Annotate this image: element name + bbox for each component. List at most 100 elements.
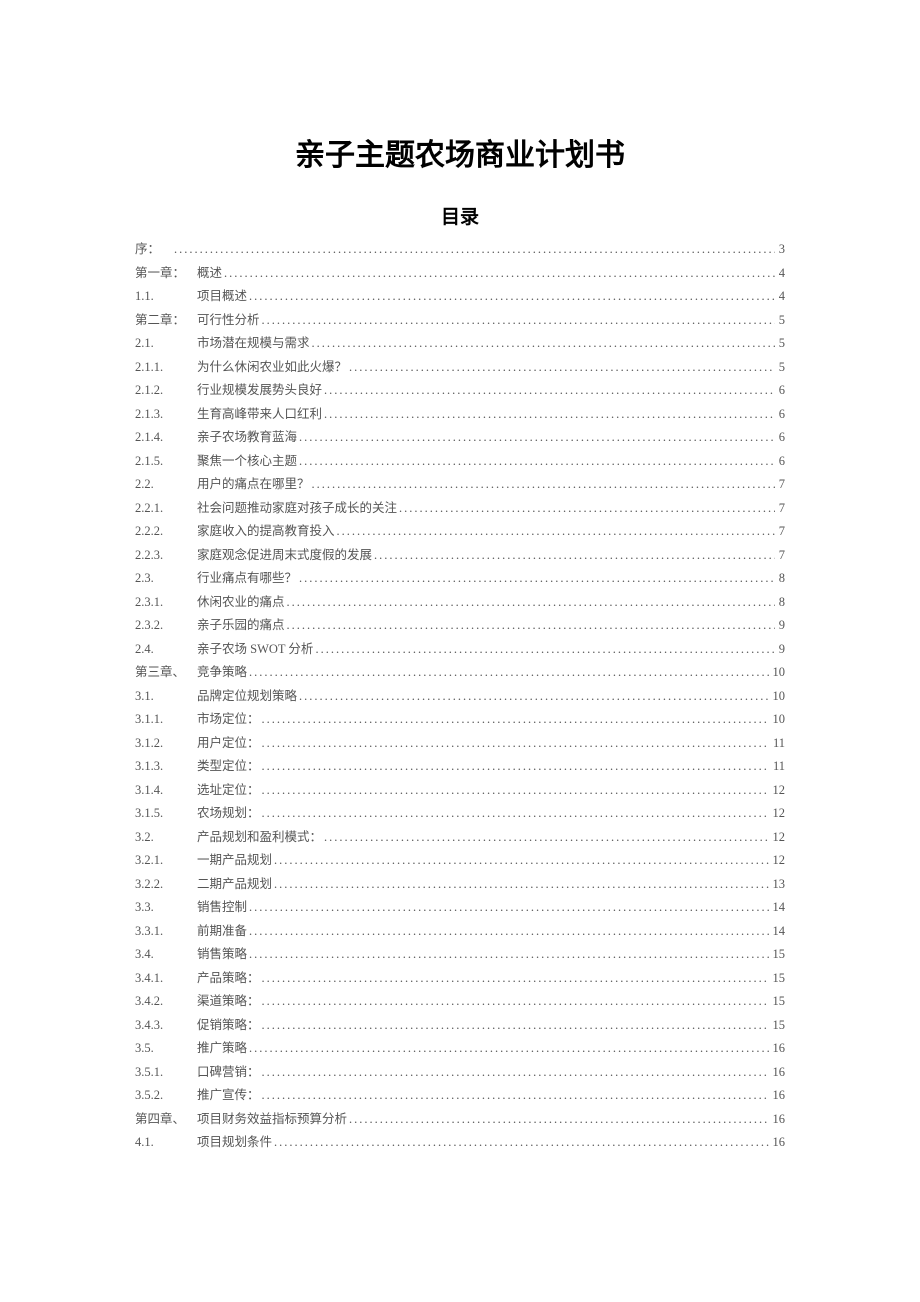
toc-page-number: 7 <box>777 478 785 491</box>
toc-section-number: 第四章、 <box>135 1113 197 1126</box>
toc-leader-dots <box>312 478 775 491</box>
toc-leader-dots <box>262 807 769 820</box>
toc-leader-dots <box>324 408 775 421</box>
toc-page-number: 15 <box>771 1019 786 1032</box>
toc-section-number: 第三章、 <box>135 666 197 679</box>
toc-list: 序：3第一章：概述41.1.项目概述4第二章：可行性分析52.1.市场潜在规模与… <box>135 243 785 1149</box>
toc-item: 2.3.行业痛点有哪些？8 <box>135 572 785 585</box>
toc-leader-dots <box>262 737 769 750</box>
toc-item: 3.1.5.农场规划：12 <box>135 807 785 820</box>
toc-label: 产品规划和盈利模式： <box>197 831 322 844</box>
toc-label: 为什么休闲农业如此火爆？ <box>197 361 347 374</box>
toc-leader-dots <box>249 948 768 961</box>
toc-leader-dots <box>324 384 775 397</box>
toc-item: 2.2.1.社会问题推动家庭对孩子成长的关注7 <box>135 502 785 515</box>
toc-label: 产品策略： <box>197 972 260 985</box>
toc-section-number: 3.5. <box>135 1042 197 1055</box>
toc-label: 项目财务效益指标预算分析 <box>197 1113 347 1126</box>
toc-section-number: 3.1.2. <box>135 737 197 750</box>
toc-section-number: 3.4. <box>135 948 197 961</box>
toc-leader-dots <box>274 854 768 867</box>
toc-label: 农场规划： <box>197 807 260 820</box>
toc-page-number: 7 <box>777 502 785 515</box>
toc-section-number: 2.3.1. <box>135 596 197 609</box>
toc-page-number: 4 <box>777 267 785 280</box>
toc-page-number: 9 <box>777 619 785 632</box>
toc-page-number: 10 <box>771 713 786 726</box>
toc-label: 亲子农场 SWOT 分析 <box>197 643 313 656</box>
toc-item: 3.4.销售策略15 <box>135 948 785 961</box>
toc-page-number: 9 <box>777 643 785 656</box>
toc-leader-dots <box>315 643 774 656</box>
toc-label: 项目规划条件 <box>197 1136 272 1149</box>
toc-label: 用户的痛点在哪里？ <box>197 478 310 491</box>
toc-page-number: 4 <box>777 290 785 303</box>
toc-section-number: 2.2.3. <box>135 549 197 562</box>
toc-leader-dots <box>262 784 769 797</box>
toc-item: 3.5.1.口碑营销：16 <box>135 1066 785 1079</box>
toc-leader-dots <box>312 337 775 350</box>
toc-item: 3.1.1.市场定位：10 <box>135 713 785 726</box>
toc-page-number: 15 <box>771 948 786 961</box>
toc-item: 3.1.4.选址定位：12 <box>135 784 785 797</box>
toc-page-number: 6 <box>777 408 785 421</box>
toc-page-number: 16 <box>771 1113 786 1126</box>
toc-label: 渠道策略： <box>197 995 260 1008</box>
toc-item: 3.5.推广策略16 <box>135 1042 785 1055</box>
toc-page-number: 16 <box>771 1089 786 1102</box>
toc-section-number: 3.4.1. <box>135 972 197 985</box>
toc-label: 家庭收入的提高教育投入 <box>197 525 335 538</box>
toc-item: 1.1.项目概述4 <box>135 290 785 303</box>
toc-item: 第四章、项目财务效益指标预算分析 16 <box>135 1113 785 1126</box>
toc-page-number: 5 <box>777 361 785 374</box>
toc-leader-dots <box>249 290 775 303</box>
toc-section-number: 2.2.2. <box>135 525 197 538</box>
toc-section-number: 2.1.4. <box>135 431 197 444</box>
toc-item: 2.1.5.聚焦一个核心主题6 <box>135 455 785 468</box>
toc-section-number: 第二章： <box>135 314 197 327</box>
toc-leader-dots <box>299 572 775 585</box>
toc-label: 二期产品规划 <box>197 878 272 891</box>
toc-section-number: 3.4.3. <box>135 1019 197 1032</box>
toc-item: 2.1.1.为什么休闲农业如此火爆？5 <box>135 361 785 374</box>
toc-leader-dots <box>287 596 775 609</box>
toc-label: 概述 <box>197 267 222 280</box>
toc-page-number: 16 <box>771 1042 786 1055</box>
toc-leader-dots <box>374 549 775 562</box>
toc-label: 前期准备 <box>197 925 247 938</box>
toc-item: 3.4.1.产品策略：15 <box>135 972 785 985</box>
toc-item: 2.2.用户的痛点在哪里？7 <box>135 478 785 491</box>
toc-leader-dots <box>287 619 775 632</box>
toc-leader-dots <box>174 243 775 256</box>
toc-item: 2.1.2.行业规模发展势头良好6 <box>135 384 785 397</box>
toc-item: 2.2.2.家庭收入的提高教育投入 7 <box>135 525 785 538</box>
toc-page-number: 5 <box>777 314 785 327</box>
toc-page-number: 7 <box>777 549 785 562</box>
toc-leader-dots <box>249 1042 768 1055</box>
toc-label: 选址定位： <box>197 784 260 797</box>
toc-leader-dots <box>349 1113 768 1126</box>
toc-page-number: 7 <box>777 525 785 538</box>
toc-leader-dots <box>299 455 775 468</box>
toc-item: 3.2.1.一期产品规划12 <box>135 854 785 867</box>
toc-section-number: 第一章： <box>135 267 197 280</box>
toc-label: 生育高峰带来人口红利 <box>197 408 322 421</box>
toc-section-number: 3.1.5. <box>135 807 197 820</box>
toc-item: 3.1.3.类型定位：11 <box>135 760 785 773</box>
toc-page-number: 12 <box>771 831 786 844</box>
toc-item: 3.5.2.推广宣传：16 <box>135 1089 785 1102</box>
toc-page-number: 16 <box>771 1066 786 1079</box>
toc-leader-dots <box>224 267 775 280</box>
toc-section-number: 2.1.3. <box>135 408 197 421</box>
toc-label: 亲子乐园的痛点 <box>197 619 285 632</box>
toc-label: 推广宣传： <box>197 1089 260 1102</box>
toc-label: 亲子农场教育蓝海 <box>197 431 297 444</box>
toc-item: 第二章：可行性分析5 <box>135 314 785 327</box>
toc-label: 行业痛点有哪些？ <box>197 572 297 585</box>
toc-page-number: 13 <box>771 878 786 891</box>
toc-leader-dots <box>262 760 769 773</box>
document-title: 亲子主题农场商业计划书 <box>135 130 785 174</box>
toc-leader-dots <box>249 666 768 679</box>
toc-item: 序：3 <box>135 243 785 256</box>
toc-section-number: 3.2. <box>135 831 197 844</box>
